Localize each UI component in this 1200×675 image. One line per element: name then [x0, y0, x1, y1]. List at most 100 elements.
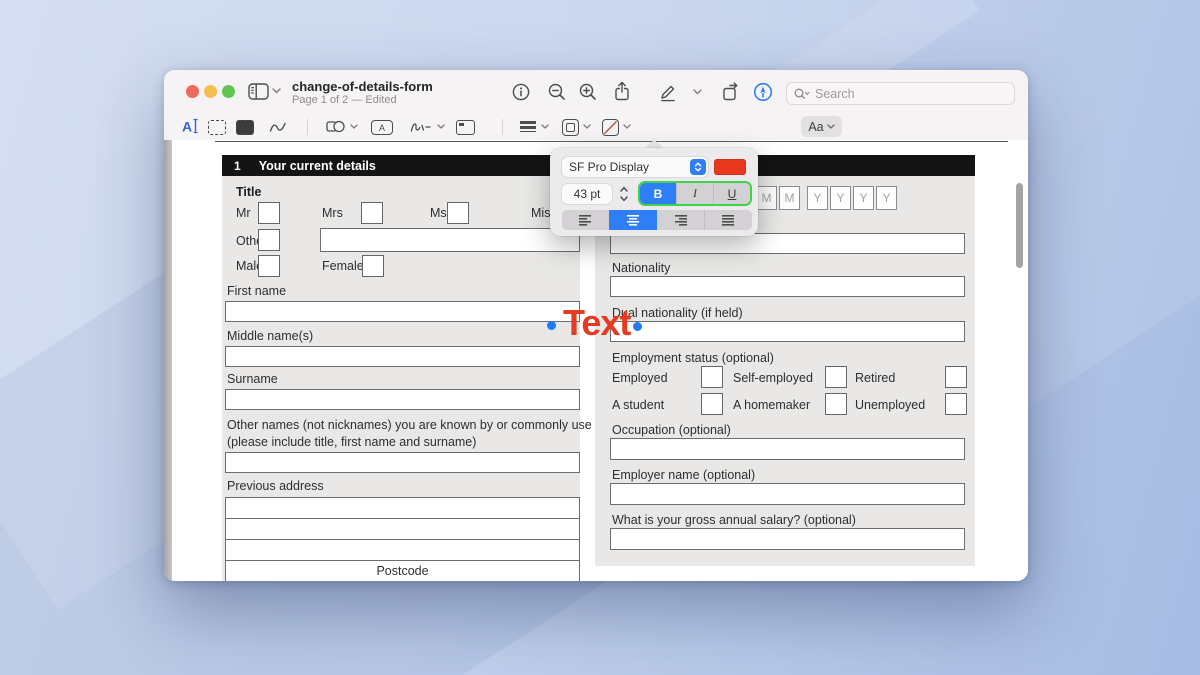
- section-number: 1: [234, 159, 241, 173]
- align-justify-button[interactable]: [704, 210, 752, 230]
- salary-input[interactable]: [610, 528, 965, 550]
- unlabeled-input[interactable]: [610, 233, 965, 254]
- italic-button[interactable]: I: [676, 183, 713, 204]
- chevron-down-icon[interactable]: [583, 124, 591, 129]
- checkbox-employed[interactable]: [701, 366, 723, 388]
- field-label: Middle name(s): [227, 329, 313, 343]
- checkbox-unemployed[interactable]: [945, 393, 967, 415]
- font-family-select[interactable]: SF Pro Display: [562, 157, 708, 177]
- option-label: Mr: [236, 206, 251, 220]
- chevron-down-icon[interactable]: [693, 89, 702, 95]
- nationality-input[interactable]: [610, 276, 965, 297]
- highlight-pen-icon[interactable]: [753, 82, 773, 102]
- option-label: Ms: [430, 206, 447, 220]
- cutoff-form-line: [215, 141, 1008, 142]
- zoom-out-icon[interactable]: [548, 83, 566, 101]
- surname-input[interactable]: [225, 389, 580, 410]
- annotation-handle-right[interactable]: [633, 322, 642, 331]
- annotation-handle-left[interactable]: [547, 321, 556, 330]
- redact-icon[interactable]: [236, 120, 254, 135]
- chevron-down-icon[interactable]: [623, 124, 631, 129]
- first-name-input[interactable]: [225, 301, 580, 322]
- shapes-icon[interactable]: [326, 119, 345, 134]
- occupation-input[interactable]: [610, 438, 965, 460]
- underline-button[interactable]: U: [713, 183, 750, 204]
- rotate-icon[interactable]: [721, 82, 741, 102]
- line-weight-icon[interactable]: [520, 121, 536, 132]
- info-icon[interactable]: [512, 83, 530, 101]
- minimize-button[interactable]: [204, 85, 217, 98]
- search-icon: [794, 88, 810, 100]
- checkbox-self-employed[interactable]: [825, 366, 847, 388]
- svg-text:A: A: [182, 119, 192, 135]
- sketch-icon[interactable]: [269, 120, 287, 134]
- option-label: A student: [612, 398, 664, 412]
- option-label: A homemaker: [733, 398, 810, 412]
- checkbox-retired[interactable]: [945, 366, 967, 388]
- shape-style-icon[interactable]: [562, 119, 579, 136]
- checkbox-female[interactable]: [362, 255, 384, 277]
- employer-input[interactable]: [610, 483, 965, 505]
- chevron-down-icon[interactable]: [541, 124, 549, 129]
- other-title-input[interactable]: [320, 228, 580, 252]
- checkbox-ms[interactable]: [447, 202, 469, 224]
- font-size-stepper[interactable]: [618, 184, 630, 209]
- checkbox-mr[interactable]: [258, 202, 280, 224]
- date-box[interactable]: Y: [807, 186, 828, 210]
- title-label: Title: [236, 185, 261, 199]
- desktop: change-of-details-form Page 1 of 2 — Edi…: [0, 0, 1200, 675]
- close-button[interactable]: [186, 85, 199, 98]
- text-color-well[interactable]: [714, 159, 746, 175]
- checkbox-homemaker[interactable]: [825, 393, 847, 415]
- dual-nationality-input[interactable]: [610, 321, 965, 342]
- chevron-down-icon[interactable]: [350, 124, 358, 129]
- preview-window: change-of-details-form Page 1 of 2 — Edi…: [164, 70, 1028, 581]
- text-box-icon[interactable]: A: [371, 120, 393, 135]
- font-size-field[interactable]: 43 pt: [562, 184, 612, 204]
- markup-pen-icon[interactable]: [658, 82, 678, 102]
- middle-name-input[interactable]: [225, 346, 580, 367]
- checkbox-student[interactable]: [701, 393, 723, 415]
- note-icon[interactable]: [456, 120, 475, 135]
- align-right-button[interactable]: [657, 210, 704, 230]
- date-box[interactable]: Y: [830, 186, 851, 210]
- text-style-button[interactable]: Aa: [801, 116, 842, 137]
- date-box[interactable]: M: [779, 186, 800, 210]
- text-select-icon[interactable]: A: [181, 117, 200, 135]
- chevron-down-icon[interactable]: [437, 124, 445, 129]
- text-annotation[interactable]: Text: [563, 302, 630, 344]
- titlebar[interactable]: change-of-details-form Page 1 of 2 — Edi…: [164, 70, 1028, 114]
- share-icon[interactable]: [613, 81, 631, 102]
- field-label: Employment status (optional): [612, 351, 774, 365]
- signature-icon[interactable]: [410, 120, 432, 134]
- field-label: First name: [227, 284, 286, 298]
- other-names-input[interactable]: [225, 452, 580, 473]
- bold-button[interactable]: B: [640, 183, 676, 204]
- search-placeholder: Search: [815, 87, 855, 101]
- rect-select-icon[interactable]: [208, 120, 226, 135]
- toolbar-divider: [502, 119, 503, 135]
- toolbar-divider: [307, 119, 308, 135]
- field-label: (please include title, first name and su…: [227, 435, 476, 449]
- chevron-down-icon: [827, 124, 835, 129]
- zoom-window-button[interactable]: [222, 85, 235, 98]
- sidebar-icon[interactable]: [248, 83, 269, 100]
- scrollbar-thumb[interactable]: [1016, 183, 1023, 268]
- date-box[interactable]: M: [756, 186, 777, 210]
- checkbox-other[interactable]: [258, 229, 280, 251]
- font-size-value: 43 pt: [574, 187, 601, 201]
- option-label: Retired: [855, 371, 895, 385]
- zoom-in-icon[interactable]: [579, 83, 597, 101]
- align-center-button[interactable]: [609, 210, 656, 230]
- checkbox-mrs[interactable]: [361, 202, 383, 224]
- date-box[interactable]: Y: [876, 186, 897, 210]
- chevron-down-icon[interactable]: [272, 88, 281, 94]
- option-label: Self-employed: [733, 371, 813, 385]
- align-left-button[interactable]: [562, 210, 609, 230]
- select-stepper-icon: [690, 159, 706, 175]
- previous-address-input[interactable]: Postcode: [225, 497, 580, 581]
- date-box[interactable]: Y: [853, 186, 874, 210]
- checkbox-male[interactable]: [258, 255, 280, 277]
- fill-color-icon[interactable]: [602, 119, 619, 136]
- search-field[interactable]: Search: [786, 82, 1015, 105]
